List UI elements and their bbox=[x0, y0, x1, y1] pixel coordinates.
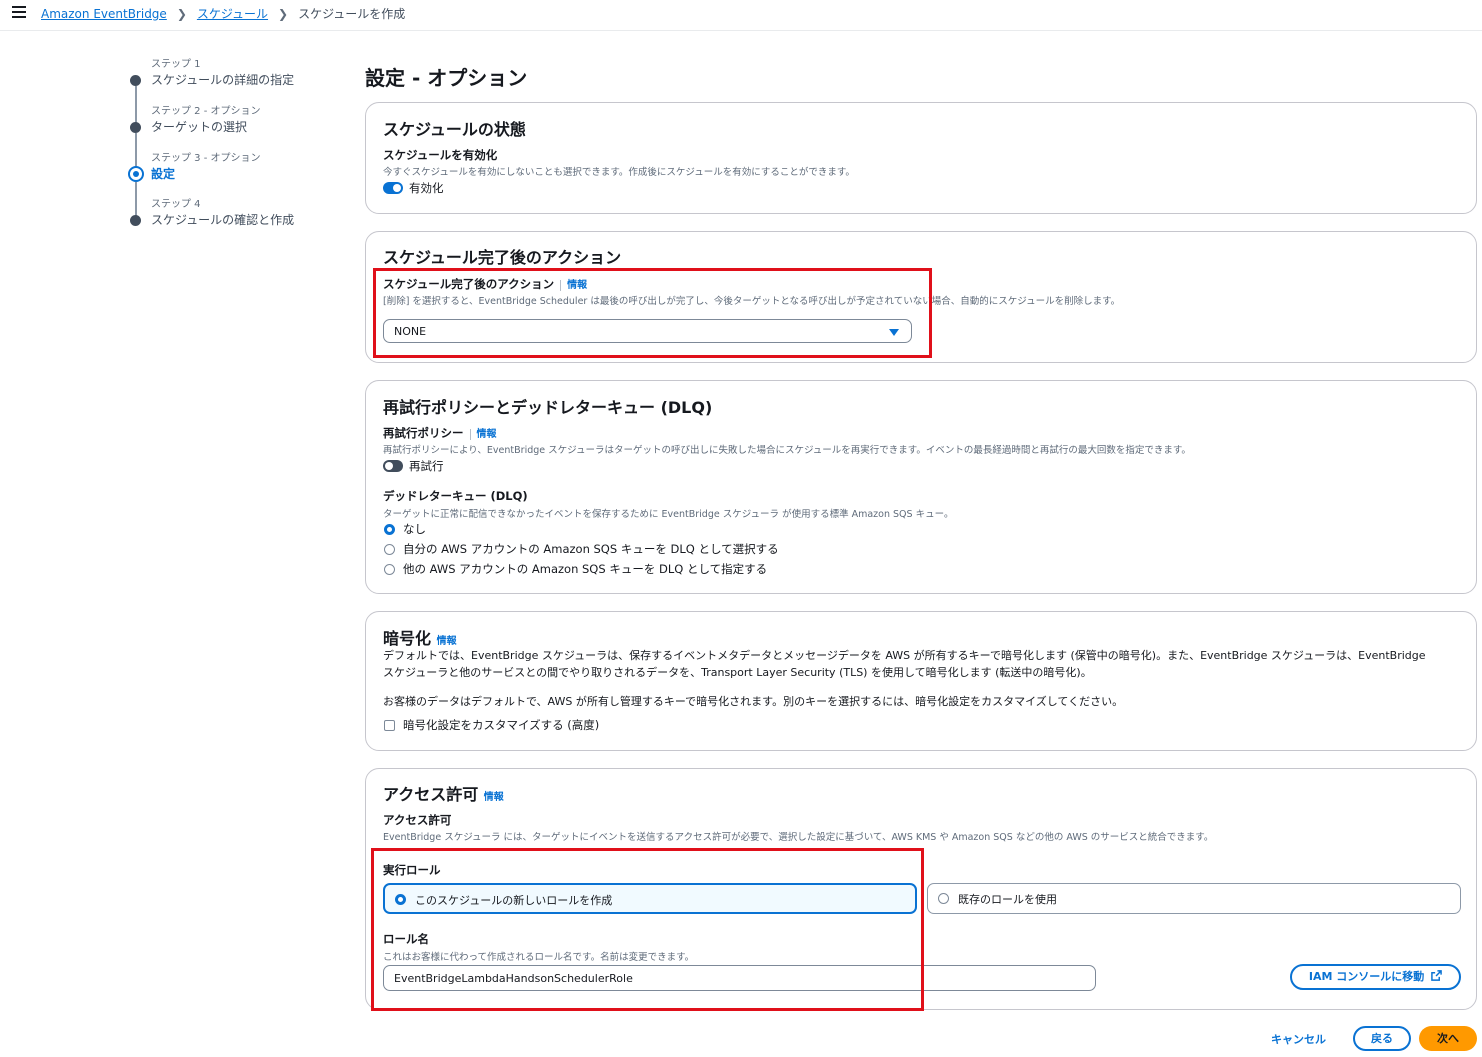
completion-action-select[interactable]: NONE bbox=[383, 319, 912, 343]
tile-label: このスケジュールの新しいロールを作成 bbox=[415, 894, 613, 907]
encryption-default-text: お客様のデータはデフォルトで、AWS が所有し管理するキーで暗号化されます。別の… bbox=[383, 695, 1124, 708]
input-value: EventBridgeLambdaHandsonSchedulerRole bbox=[394, 972, 633, 985]
permissions-panel: アクセス許可 情報 アクセス許可 EventBridge スケジューラ には、タ… bbox=[365, 768, 1477, 1010]
breadcrumb: Amazon EventBridge ❯ スケジュール ❯ スケジュールを作成 bbox=[41, 5, 405, 22]
cancel-button[interactable]: キャンセル bbox=[1271, 1031, 1326, 1047]
back-button[interactable]: 戻る bbox=[1353, 1026, 1411, 1051]
dlq-own-account-radio[interactable] bbox=[384, 544, 395, 555]
role-name-description: これはお客様に代わって作成されるロール名です。名前は変更できます。 bbox=[383, 952, 695, 963]
step-name: スケジュールの詳細の指定 bbox=[151, 73, 295, 87]
retry-policy-description: 再試行ポリシーにより、EventBridge スケジューラはターゲットの呼び出し… bbox=[383, 445, 1191, 456]
step-name: 設定 bbox=[151, 167, 176, 181]
button-label: IAM コンソールに移動 bbox=[1308, 970, 1425, 983]
dlq-other-account-radio[interactable] bbox=[384, 564, 395, 575]
encryption-paragraph-line1: デフォルトでは、EventBridge スケジューラは、保存するイベントメタデー… bbox=[383, 649, 1426, 662]
breadcrumb-eventbridge-link[interactable]: Amazon EventBridge bbox=[41, 7, 167, 21]
enable-schedule-description: 今すぐスケジュールを有効にしないことも選択できます。作成後にスケジュールを有効に… bbox=[383, 167, 855, 178]
info-link[interactable]: 情報 bbox=[560, 280, 588, 291]
panel-title: 再試行ポリシーとデッドレターキュー (DLQ) bbox=[383, 398, 713, 417]
external-link-icon bbox=[1431, 970, 1442, 981]
execution-role-label: 実行ロール bbox=[383, 863, 441, 877]
permissions-description: EventBridge スケジューラ には、ターゲットにイベントを送信するアクセ… bbox=[383, 832, 1214, 843]
step-name: スケジュールの確認と作成 bbox=[151, 213, 295, 227]
chevron-right-icon: ❯ bbox=[176, 6, 187, 21]
role-name-input[interactable]: EventBridgeLambdaHandsonSchedulerRole bbox=[383, 965, 1096, 991]
info-link[interactable]: 情報 bbox=[437, 636, 457, 647]
chevron-right-icon: ❯ bbox=[278, 6, 289, 21]
step-number: ステップ 1 bbox=[151, 59, 201, 70]
tile-label: 既存のロールを使用 bbox=[958, 893, 1057, 906]
top-bar: Amazon EventBridge ❯ スケジュール ❯ スケジュールを作成 bbox=[0, 0, 1482, 31]
schedule-state-panel: スケジュールの状態 スケジュールを有効化 今すぐスケジュールを有効にしないことも… bbox=[365, 102, 1477, 214]
toggle-label: 再試行 bbox=[409, 459, 444, 473]
hamburger-menu-icon[interactable] bbox=[12, 6, 26, 18]
dlq-option-label: 自分の AWS アカウントの Amazon SQS キューを DLQ として選択… bbox=[403, 542, 779, 556]
step-number: ステップ 4 bbox=[151, 199, 201, 210]
panel-title: アクセス許可 情報 bbox=[383, 785, 504, 804]
step-dot-icon bbox=[130, 215, 141, 226]
customize-encryption-checkbox[interactable] bbox=[384, 720, 395, 731]
permissions-label: アクセス許可 bbox=[383, 813, 452, 827]
info-link[interactable]: 情報 bbox=[484, 792, 504, 803]
dlq-label: デッドレターキュー (DLQ) bbox=[383, 489, 528, 503]
panel-title: スケジュール完了後のアクション bbox=[383, 248, 622, 267]
iam-console-button[interactable]: IAM コンソールに移動 bbox=[1290, 964, 1461, 990]
toggle-label: 有効化 bbox=[409, 181, 444, 195]
step-dot-icon bbox=[130, 75, 141, 86]
enable-schedule-toggle[interactable] bbox=[383, 182, 403, 194]
step-number: ステップ 2 - オプション bbox=[151, 106, 261, 117]
info-link[interactable]: 情報 bbox=[469, 429, 497, 440]
dlq-description: ターゲットに正常に配信できなかったイベントを保存するために EventBridg… bbox=[383, 509, 954, 520]
create-new-role-tile[interactable]: このスケジュールの新しいロールを作成 bbox=[383, 883, 917, 914]
panel-title: スケジュールの状態 bbox=[383, 120, 526, 139]
dlq-option-label: なし bbox=[403, 522, 426, 536]
completion-action-description: [削除] を選択すると、EventBridge Scheduler は最後の呼び… bbox=[383, 296, 1121, 307]
retry-dlq-panel: 再試行ポリシーとデッドレターキュー (DLQ) 再試行ポリシー 情報 再試行ポリシ… bbox=[365, 380, 1477, 594]
encryption-paragraph-line2: スケジューラと他のサービスとの間でやり取りされるデータを、Transport L… bbox=[383, 666, 1092, 679]
step-current-icon bbox=[128, 166, 144, 182]
page-title: 設定 - オプション bbox=[365, 66, 528, 90]
step-connector bbox=[135, 182, 137, 218]
completion-action-panel: スケジュール完了後のアクション スケジュール完了後のアクション 情報 [削除] を… bbox=[365, 231, 1477, 363]
use-existing-role-radio[interactable] bbox=[938, 893, 949, 904]
dlq-none-radio[interactable] bbox=[384, 524, 395, 535]
breadcrumb-current: スケジュールを作成 bbox=[298, 7, 406, 21]
enable-schedule-label: スケジュールを有効化 bbox=[383, 148, 498, 162]
step-number: ステップ 3 - オプション bbox=[151, 153, 261, 164]
dlq-option-label: 他の AWS アカウントの Amazon SQS キューを DLQ として指定す… bbox=[403, 562, 768, 576]
next-button[interactable]: 次へ bbox=[1419, 1026, 1477, 1051]
create-new-role-radio[interactable] bbox=[395, 894, 406, 905]
select-value: NONE bbox=[394, 325, 427, 338]
retry-toggle[interactable] bbox=[383, 460, 403, 472]
step-name: ターゲットの選択 bbox=[151, 120, 248, 134]
use-existing-role-tile[interactable]: 既存のロールを使用 bbox=[927, 883, 1461, 914]
breadcrumb-schedules-link[interactable]: スケジュール bbox=[197, 5, 268, 22]
checkbox-label: 暗号化設定をカスタマイズする (高度) bbox=[403, 718, 600, 732]
retry-policy-label: 再試行ポリシー 情報 bbox=[383, 426, 497, 440]
step-connector bbox=[135, 86, 137, 126]
step-dot-icon bbox=[130, 122, 141, 133]
encryption-panel: 暗号化 情報 デフォルトでは、EventBridge スケジューラは、保存するイ… bbox=[365, 611, 1477, 751]
panel-title: 暗号化 情報 bbox=[383, 629, 457, 648]
completion-action-label: スケジュール完了後のアクション 情報 bbox=[383, 277, 588, 291]
role-name-label: ロール名 bbox=[383, 932, 429, 946]
caret-down-icon bbox=[889, 329, 899, 336]
